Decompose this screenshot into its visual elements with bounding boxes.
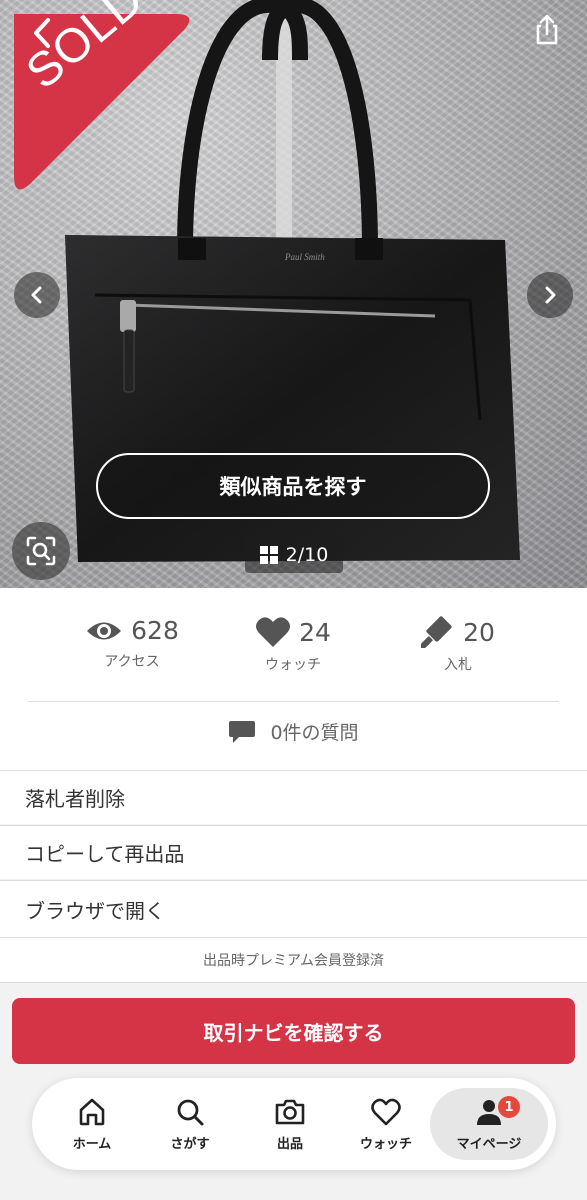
transaction-navi-button[interactable]: 取引ナビを確認する [12, 998, 575, 1064]
bids-label: 入札 [444, 657, 472, 673]
camera-icon [275, 1099, 305, 1124]
watch-label: ウォッチ [265, 657, 321, 673]
notification-badge: 1 [498, 1096, 520, 1118]
page-indicator-text: 2/10 [285, 544, 329, 566]
watch-count: 24 [299, 617, 331, 647]
questions-link[interactable]: 0件の質問 [0, 718, 587, 745]
menu-item-label: コピーして再出品 [25, 842, 185, 866]
next-image-button[interactable] [527, 272, 573, 318]
find-similar-button[interactable]: 類似商品を探す [96, 453, 490, 519]
home-icon [79, 1098, 105, 1125]
heart-outline-icon [371, 1098, 401, 1125]
chevron-left-icon [31, 286, 42, 304]
tab-label: ホーム [72, 1136, 112, 1152]
menu-item-open-browser[interactable]: ブラウザで開く [0, 880, 587, 937]
share-button[interactable] [529, 12, 565, 48]
access-stat: 628 アクセス [52, 616, 212, 671]
gavel-icon [421, 616, 452, 648]
questions-label: 0件の質問 [270, 722, 359, 744]
tab-label: 出品 [276, 1136, 303, 1152]
image-search-icon [26, 536, 56, 566]
chevron-right-icon [545, 286, 556, 304]
tab-watch[interactable]: ウォッチ [340, 1088, 432, 1160]
tab-label: さがす [170, 1136, 210, 1152]
access-count: 628 [131, 616, 179, 645]
stats-divider [28, 701, 559, 702]
image-search-button[interactable] [12, 522, 70, 580]
share-icon [536, 14, 558, 45]
chevron-left-icon [34, 18, 50, 48]
tab-mypage[interactable]: マイページ 1 [430, 1088, 548, 1160]
menu-item-copy-relist[interactable]: コピーして再出品 [0, 825, 587, 879]
bids-stat: 20 入札 [378, 616, 538, 674]
product-image-carousel[interactable]: Paul Smith SOLD 類似商品を探す 2/10 [0, 0, 587, 588]
heart-icon [256, 617, 291, 647]
eye-icon [87, 622, 122, 639]
premium-note: 出品時プレミアム会員登録済 [0, 937, 587, 983]
speech-bubble-icon [229, 720, 256, 743]
access-label: アクセス [104, 654, 160, 670]
prev-image-button[interactable] [14, 272, 60, 318]
stats-panel: 628 アクセス 24 ウォッチ 20 入札 0件の質問 [0, 588, 587, 770]
bottom-tab-bar: ホーム さがす 出品 ウォッチ マイページ 1 [32, 1078, 556, 1170]
image-page-indicator[interactable]: 2/10 [245, 537, 343, 573]
watch-stat: 24 ウォッチ [213, 616, 373, 674]
menu-item-label: 落札者削除 [25, 787, 125, 811]
tab-label: マイページ [456, 1136, 522, 1152]
bag-logo: Paul Smith [284, 252, 325, 262]
tab-home[interactable]: ホーム [46, 1088, 138, 1160]
menu-item-label: ブラウザで開く [25, 898, 165, 923]
back-button[interactable] [26, 14, 60, 52]
tab-sell[interactable]: 出品 [244, 1088, 336, 1160]
tab-search[interactable]: さがす [144, 1088, 236, 1160]
bids-count: 20 [463, 617, 495, 647]
tab-label: ウォッチ [359, 1136, 412, 1152]
search-icon [177, 1099, 204, 1125]
menu-item-remove-winner[interactable]: 落札者削除 [0, 770, 587, 824]
grid-icon [259, 546, 278, 564]
